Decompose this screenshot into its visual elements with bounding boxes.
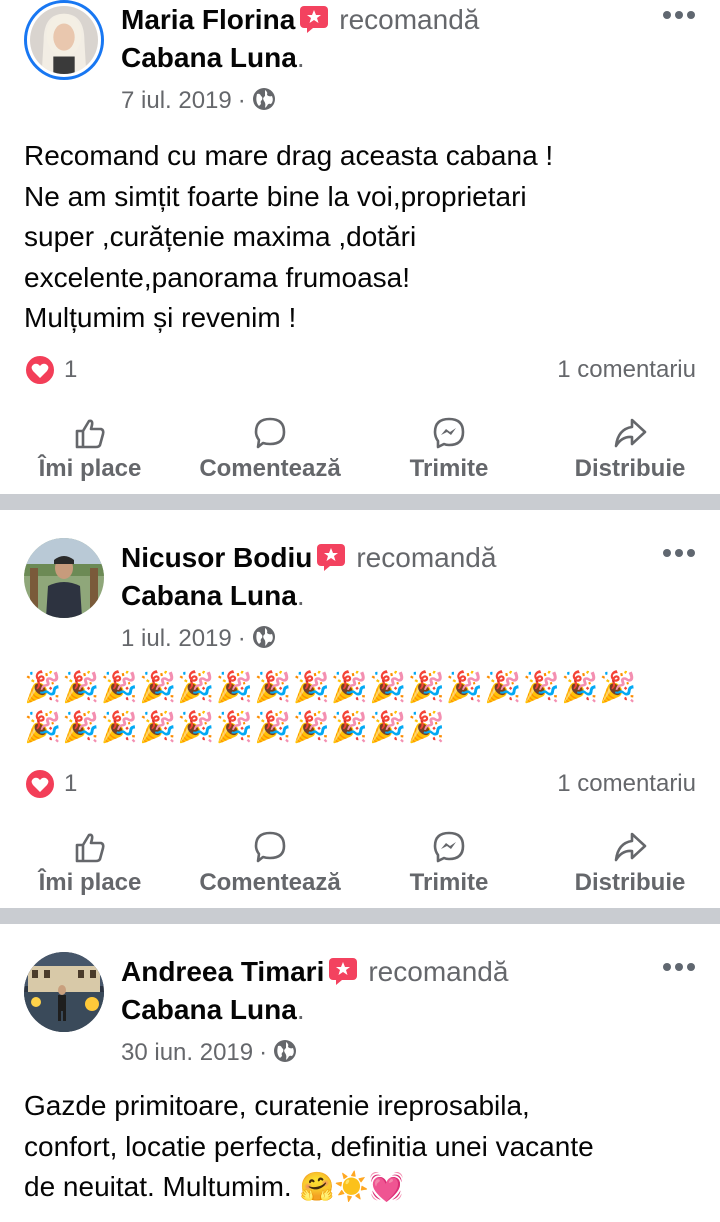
author-name[interactable]: Nicusor Bodiu xyxy=(121,542,312,573)
comment-bubble-icon xyxy=(253,830,287,864)
love-heart-icon[interactable] xyxy=(24,354,56,386)
page-link[interactable]: Cabana Luna xyxy=(121,42,297,73)
post-text-line: Recomand cu mare drag aceasta cabana ! xyxy=(24,140,554,171)
share-label: Distribuie xyxy=(574,869,686,896)
post-actions: Îmi place Comentează Trimite Distribuie xyxy=(0,830,720,900)
reaction-count[interactable]: 1 xyxy=(64,770,77,798)
post-date[interactable]: 7 iul. 2019 xyxy=(121,87,232,114)
meta-separator: · xyxy=(237,87,246,114)
comment-count[interactable]: 1 comentariu xyxy=(557,356,696,384)
comment-label: Comentează xyxy=(199,869,341,896)
meta-separator: · xyxy=(237,625,246,652)
love-heart-icon[interactable] xyxy=(24,768,56,800)
author-name[interactable]: Maria Florina xyxy=(121,4,295,35)
post-stats: 1 1 comentariu xyxy=(24,354,696,386)
meta-separator: · xyxy=(259,1039,268,1066)
page-link[interactable]: Cabana Luna xyxy=(121,994,297,1025)
page-suffix: . xyxy=(296,580,305,611)
share-arrow-icon xyxy=(613,416,647,450)
send-label: Trimite xyxy=(409,869,489,896)
share-button[interactable]: Distribuie xyxy=(572,416,688,484)
thumbs-up-icon xyxy=(73,830,107,864)
author-avatar[interactable] xyxy=(24,952,104,1032)
post-maria-florina: Maria Florina recomandă Cabana Luna. 7 iu… xyxy=(0,0,720,494)
send-label: Trimite xyxy=(409,455,489,482)
like-button[interactable]: Îmi place xyxy=(34,830,146,898)
messenger-icon xyxy=(432,830,466,864)
like-button[interactable]: Îmi place xyxy=(34,416,146,484)
post-text-line: Mulțumim și revenim ! xyxy=(24,302,297,333)
page-suffix: . xyxy=(296,42,305,73)
emoji-row: 🎉🎉🎉🎉🎉🎉🎉🎉🎉🎉🎉 xyxy=(24,711,446,744)
author-avatar[interactable] xyxy=(24,0,104,80)
post-text: 🎉🎉🎉🎉🎉🎉🎉🎉🎉🎉🎉🎉🎉🎉🎉🎉 🎉🎉🎉🎉🎉🎉🎉🎉🎉🎉🎉 xyxy=(24,668,700,748)
post-actions: Îmi place Comentează Trimite Distribuie xyxy=(0,416,720,486)
post-text-line: Gazde primitoare, curatenie ireprosabila… xyxy=(24,1090,530,1121)
post-nicusor-bodiu: Nicusor Bodiu recomandă Cabana Luna. 1 iu… xyxy=(0,510,720,908)
post-text-line: super ,curățenie maxima ,dotări xyxy=(24,221,417,252)
emoji-row: 🎉🎉🎉🎉🎉🎉🎉🎉🎉🎉🎉🎉🎉🎉🎉🎉 xyxy=(24,671,638,704)
more-options-icon[interactable] xyxy=(662,8,696,22)
recommend-verb: recomandă xyxy=(339,4,480,35)
post-divider xyxy=(0,908,720,924)
comment-label: Comentează xyxy=(199,455,341,482)
globe-icon xyxy=(273,1039,297,1063)
reaction-count[interactable]: 1 xyxy=(64,356,77,384)
comment-count[interactable]: 1 comentariu xyxy=(557,770,696,798)
messenger-icon xyxy=(432,416,466,450)
recommend-badge-icon xyxy=(328,957,358,985)
post-text: Recomand cu mare drag aceasta cabana ! N… xyxy=(24,136,700,339)
post-text-line: Ne am simțit foarte bine la voi,propriet… xyxy=(24,180,527,212)
comment-button[interactable]: Comentează xyxy=(195,416,345,484)
post-text: Gazde primitoare, curatenie ireprosabila… xyxy=(24,1086,700,1208)
post-text-line: confort, locatie perfecta, definitia une… xyxy=(24,1130,594,1162)
recommend-badge-icon xyxy=(316,543,346,571)
comment-bubble-icon xyxy=(253,416,287,450)
post-andreea-timari: Andreea Timari recomandă Cabana Luna. 30 … xyxy=(0,924,720,1222)
send-button[interactable]: Trimite xyxy=(400,416,498,484)
like-label: Îmi place xyxy=(38,455,142,482)
more-options-icon[interactable] xyxy=(662,960,696,974)
author-name[interactable]: Andreea Timari xyxy=(121,956,324,987)
share-arrow-icon xyxy=(613,830,647,864)
post-text-line: de neuitat. Multumim. 🤗☀️💓 xyxy=(24,1171,405,1202)
author-avatar[interactable] xyxy=(24,538,104,618)
share-button[interactable]: Distribuie xyxy=(572,830,688,898)
comment-button[interactable]: Comentează xyxy=(195,830,345,898)
page-link[interactable]: Cabana Luna xyxy=(121,580,297,611)
recommend-verb: recomandă xyxy=(368,956,509,987)
post-stats: 1 1 comentariu xyxy=(24,768,696,800)
post-divider xyxy=(0,494,720,510)
thumbs-up-icon xyxy=(73,416,107,450)
globe-icon xyxy=(252,87,276,111)
like-label: Îmi place xyxy=(38,869,142,896)
post-date[interactable]: 30 iun. 2019 xyxy=(121,1039,253,1066)
globe-icon xyxy=(252,625,276,649)
recommend-badge-icon xyxy=(299,5,329,33)
post-text-line: excelente,panorama frumoasa! xyxy=(24,261,410,293)
recommend-verb: recomandă xyxy=(356,542,497,573)
more-options-icon[interactable] xyxy=(662,546,696,560)
post-date[interactable]: 1 iul. 2019 xyxy=(121,625,232,652)
page-suffix: . xyxy=(296,994,305,1025)
share-label: Distribuie xyxy=(574,455,686,482)
send-button[interactable]: Trimite xyxy=(400,830,498,898)
